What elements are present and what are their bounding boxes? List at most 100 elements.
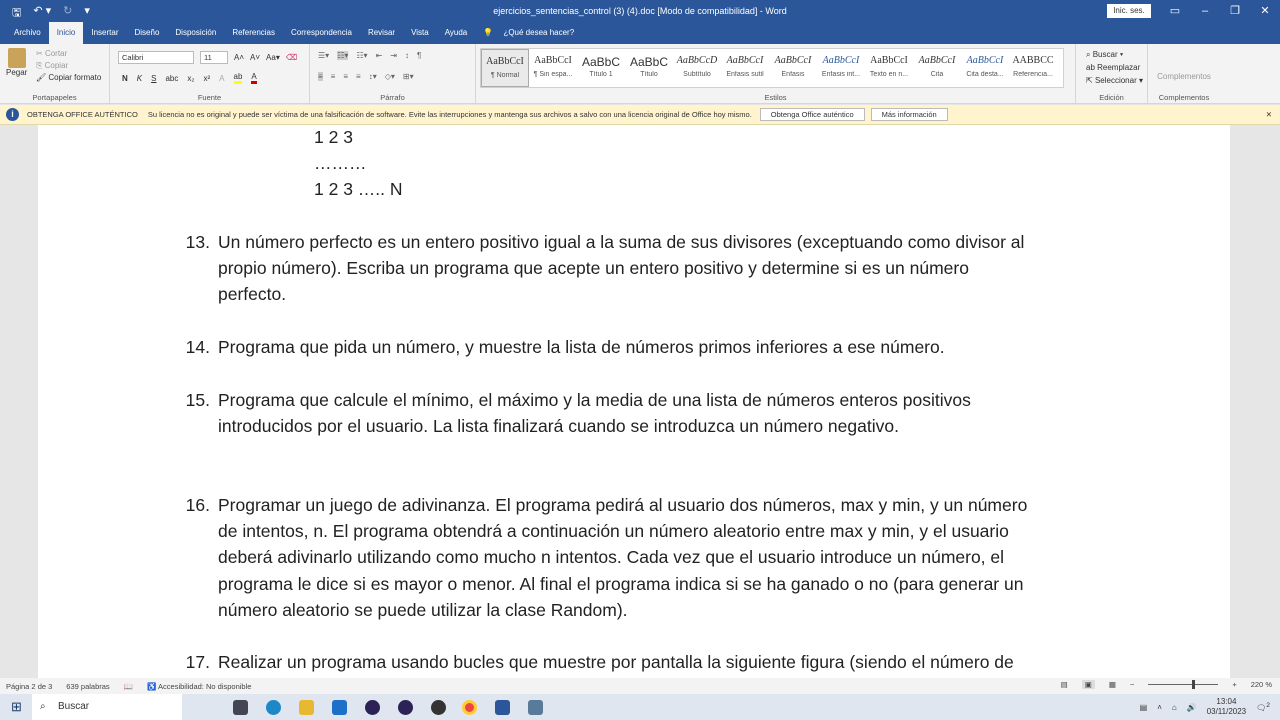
zoom-in-button[interactable]: +	[1232, 680, 1236, 689]
line-spacing-icon[interactable]: ↕▾	[369, 72, 377, 81]
tab-disposicion[interactable]: Disposición	[167, 22, 224, 44]
file-explorer-icon[interactable]	[299, 700, 314, 715]
cut-button[interactable]: ✂ Cortar	[36, 48, 101, 60]
style-item[interactable]: AaBbC Título 1	[577, 49, 625, 87]
superscript-icon[interactable]: x²	[203, 74, 210, 83]
style-item[interactable]: AaBbC Título	[625, 49, 673, 87]
signin-button[interactable]: Inic. ses.	[1107, 4, 1151, 18]
strikethrough-icon[interactable]: abc	[165, 74, 178, 83]
news-icon[interactable]: ▤	[1140, 703, 1148, 712]
zoom-level[interactable]: 220 %	[1251, 680, 1272, 689]
tab-ayuda[interactable]: Ayuda	[437, 22, 476, 44]
chrome-icon[interactable]	[462, 700, 477, 715]
windows-start-icon[interactable]: ⊞	[11, 699, 22, 715]
underline-button[interactable]: S	[151, 74, 156, 83]
more-info-button[interactable]: Más información	[870, 108, 948, 121]
zoom-slider[interactable]	[1148, 680, 1219, 689]
select-button[interactable]: ⇱ Seleccionar ▾	[1086, 74, 1143, 87]
word-count[interactable]: 639 palabras	[66, 682, 109, 691]
style-item[interactable]: AaBbCcI ¶ Sin espa...	[529, 49, 577, 87]
sort-icon[interactable]: ↕	[405, 51, 409, 60]
ribbon-display-icon[interactable]: ▭	[1160, 0, 1190, 22]
tab-referencias[interactable]: Referencias	[224, 22, 283, 44]
pilcrow-icon[interactable]: ¶	[417, 51, 421, 60]
decrease-indent-icon[interactable]: ⇤	[376, 51, 383, 60]
document-page[interactable]: 1 2 3 ……… 1 2 3 ….. N 13. Un número perfe…	[38, 125, 1230, 678]
get-office-button[interactable]: Obtenga Office auténtico	[759, 108, 865, 121]
font-size-select[interactable]: 11	[200, 51, 228, 64]
numbering-icon[interactable]: ☷▾	[337, 51, 349, 60]
proofing-icon[interactable]: 📖	[124, 682, 133, 691]
app-icon[interactable]	[431, 700, 446, 715]
zoom-slider-thumb[interactable]	[1192, 680, 1196, 689]
text-effects-icon[interactable]: A	[219, 74, 224, 83]
eclipse-icon-2[interactable]	[398, 700, 413, 715]
restore-button[interactable]: ❐	[1220, 0, 1250, 22]
close-infobar-icon[interactable]: ✕	[1266, 110, 1272, 119]
zoom-out-button[interactable]: −	[1130, 680, 1134, 689]
subscript-icon[interactable]: x₂	[187, 74, 194, 83]
increase-indent-icon[interactable]: ⇥	[390, 51, 397, 60]
tab-inicio[interactable]: Inicio	[48, 22, 84, 44]
page-count[interactable]: Página 2 de 3	[6, 682, 52, 691]
tab-diseno[interactable]: Diseño	[127, 22, 168, 44]
align-left-icon[interactable]: ≡	[318, 72, 323, 81]
align-center-icon[interactable]: ≡	[331, 72, 336, 81]
font-color-icon[interactable]: A	[251, 72, 257, 84]
multilevel-icon[interactable]: ☷▾	[356, 51, 367, 60]
tab-insertar[interactable]: Insertar	[83, 22, 126, 44]
taskbar-search[interactable]: ⌕ Buscar	[32, 694, 182, 720]
tell-me-search[interactable]: 💡 ¿Qué desea hacer?	[475, 22, 590, 44]
print-layout-icon[interactable]: ▣	[1081, 680, 1095, 689]
calculator-icon[interactable]	[528, 700, 543, 715]
shading-icon[interactable]: ◇▾	[385, 72, 395, 81]
grow-font-icon[interactable]: A˄	[234, 53, 244, 62]
tab-correspondencia[interactable]: Correspondencia	[283, 22, 360, 44]
paste-button[interactable]: Pegar	[6, 48, 27, 77]
style-item[interactable]: AaBbCcI Cita desta...	[961, 49, 1009, 87]
volume-icon[interactable]: 🔊	[1187, 703, 1197, 712]
tab-vista[interactable]: Vista	[403, 22, 437, 44]
bullets-icon[interactable]: ☰▾	[318, 51, 329, 60]
style-item[interactable]: AaBbCcI Énfasis	[769, 49, 817, 87]
accessibility-status[interactable]: ♿ Accesibilidad: No disponible	[147, 682, 251, 691]
minimize-button[interactable]: –	[1190, 0, 1220, 22]
eclipse-icon[interactable]	[365, 700, 380, 715]
notifications-icon[interactable]: 🗨2	[1256, 702, 1270, 713]
justify-icon[interactable]: ≡	[356, 72, 361, 81]
style-item[interactable]: AABBCC Referencia...	[1009, 49, 1057, 87]
close-button[interactable]: ✕	[1250, 0, 1280, 22]
italic-button[interactable]: K	[137, 74, 142, 83]
copy-button[interactable]: ⎘ Copiar	[36, 60, 101, 72]
style-item[interactable]: AaBbCcD Subtítulo	[673, 49, 721, 87]
edge-icon[interactable]	[266, 700, 281, 715]
style-item[interactable]: AaBbCcI Texto en n...	[865, 49, 913, 87]
shrink-font-icon[interactable]: A˅	[250, 53, 260, 62]
font-name-select[interactable]: Calibri	[118, 51, 194, 64]
replace-button[interactable]: ab Reemplazar	[1086, 61, 1143, 74]
word-icon[interactable]	[495, 700, 510, 715]
bold-button[interactable]: N	[122, 74, 128, 83]
highlight-icon[interactable]: ab	[233, 72, 243, 84]
tab-archivo[interactable]: Archivo	[6, 22, 49, 44]
clear-format-icon[interactable]: ⌫	[286, 53, 297, 62]
change-case-icon[interactable]: Aa▾	[266, 53, 280, 62]
addins-button[interactable]: Complementos	[1148, 72, 1220, 81]
read-mode-icon[interactable]: ▤	[1061, 680, 1068, 689]
mail-icon[interactable]	[332, 700, 347, 715]
time: 13:04	[1216, 697, 1237, 706]
style-item[interactable]: AaBbCcI ¶ Normal	[481, 49, 529, 87]
align-right-icon[interactable]: ≡	[343, 72, 348, 81]
tab-revisar[interactable]: Revisar	[360, 22, 403, 44]
network-icon[interactable]: ⌂	[1172, 703, 1177, 712]
show-hidden-icon[interactable]: ˄	[1157, 703, 1162, 712]
task-view-icon[interactable]	[233, 700, 248, 715]
clock[interactable]: 13:04 03/11/2023	[1207, 697, 1246, 717]
format-painter-button[interactable]: 🖌 Copiar formato	[36, 72, 101, 84]
find-button[interactable]: ⌕ Buscar ▾	[1086, 48, 1143, 61]
style-item[interactable]: AaBbCcI Énfasis sutil	[721, 49, 769, 87]
web-layout-icon[interactable]: ▦	[1109, 680, 1116, 689]
style-item[interactable]: AaBbCcI Cita	[913, 49, 961, 87]
borders-icon[interactable]: ⊞▾	[403, 72, 414, 81]
style-item[interactable]: AaBbCcI Énfasis int...	[817, 49, 865, 87]
